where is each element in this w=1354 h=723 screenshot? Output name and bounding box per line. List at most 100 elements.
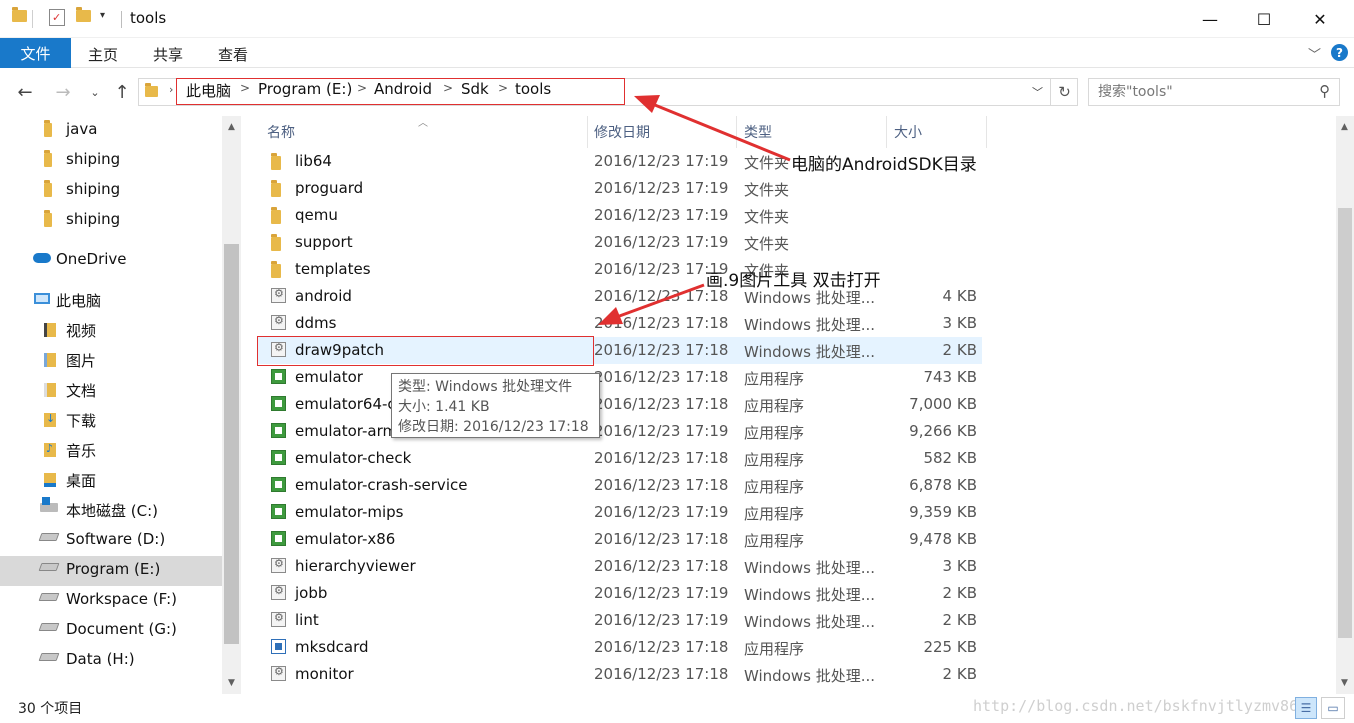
properties-icon[interactable]: ✓ <box>49 9 65 26</box>
maximize-button[interactable]: ☐ <box>1236 0 1292 38</box>
file-row[interactable]: hierarchyviewer 2016/12/23 17:18 Windows 批… <box>257 553 982 580</box>
file-row[interactable]: emulator-check 2016/12/23 17:18 应用程序 582 KB <box>257 445 982 472</box>
sidebar-item[interactable]: Program (E:) <box>0 556 222 586</box>
sidebar-item[interactable]: 视频 <box>0 316 222 346</box>
file-date: 2016/12/23 17:19 <box>594 179 729 197</box>
sidebar-item[interactable]: shiping <box>0 206 222 236</box>
scroll-up-arrow-icon[interactable]: ▲ <box>1336 118 1353 135</box>
sidebar-item[interactable]: java <box>0 116 222 146</box>
close-button[interactable]: ✕ <box>1292 0 1348 38</box>
large-icons-view-icon[interactable]: ▭ <box>1321 697 1345 719</box>
tab-share[interactable]: 共享 <box>153 44 183 65</box>
file-row[interactable]: jobb 2016/12/23 17:19 Windows 批处理... 2 KB <box>257 580 982 607</box>
file-row[interactable]: lint 2016/12/23 17:19 Windows 批处理... 2 KB <box>257 607 982 634</box>
recent-locations-icon[interactable]: ⌄ <box>84 80 106 104</box>
column-header-type[interactable]: 类型 <box>736 116 886 148</box>
column-header-date[interactable]: 修改日期 <box>586 116 736 148</box>
search-input[interactable] <box>1098 82 1298 102</box>
sidebar-item[interactable]: shiping <box>0 146 222 176</box>
sidebar-item[interactable]: 文档 <box>0 376 222 406</box>
column-divider[interactable] <box>986 116 987 148</box>
nav-scrollbar-thumb[interactable] <box>224 244 239 644</box>
sidebar-item[interactable]: shiping <box>0 176 222 206</box>
file-type: 应用程序 <box>744 505 805 523</box>
tab-file[interactable]: 文件 <box>0 38 71 68</box>
sidebar-item-label: java <box>66 120 98 138</box>
batch-file-icon <box>271 584 288 601</box>
expand-ribbon-icon[interactable]: ﹀ <box>1308 44 1321 63</box>
file-row[interactable]: qemu 2016/12/23 17:19 文件夹 <box>257 202 982 229</box>
chevron-down-icon[interactable]: ﹀ <box>1032 84 1043 100</box>
chevron-right-icon[interactable]: › <box>169 83 173 96</box>
file-date: 2016/12/23 17:19 <box>594 503 729 521</box>
customize-toolbar-icon[interactable]: ▾ <box>100 10 105 21</box>
sidebar-item[interactable]: 桌面 <box>0 466 222 496</box>
exe-icon <box>271 504 288 520</box>
sidebar-item-label: OneDrive <box>56 250 127 268</box>
sidebar-item[interactable]: OneDrive <box>0 246 222 276</box>
file-type: Windows 批处理... <box>744 586 876 604</box>
sidebar-item[interactable]: ↓ 下载 <box>0 406 222 436</box>
scroll-down-arrow-icon[interactable]: ▼ <box>1336 674 1353 691</box>
sidebar-item-label: Workspace (F:) <box>66 590 177 608</box>
up-arrow-icon[interactable]: ↑ <box>111 80 133 104</box>
sidebar-item[interactable]: 此电脑 <box>0 286 222 316</box>
file-name: jobb <box>295 584 328 602</box>
search-box[interactable]: ⚲ <box>1088 78 1340 106</box>
sidebar-item[interactable]: ♪ 音乐 <box>0 436 222 466</box>
file-row[interactable]: support 2016/12/23 17:19 文件夹 <box>257 229 982 256</box>
scroll-up-arrow-icon[interactable]: ▲ <box>223 118 240 135</box>
file-row[interactable]: mksdcard 2016/12/23 17:18 应用程序 225 KB <box>257 634 982 661</box>
file-row[interactable]: proguard 2016/12/23 17:19 文件夹 <box>257 175 982 202</box>
file-row[interactable]: emulator-arm 2016/12/23 17:19 应用程序 9,266 KB <box>257 418 982 445</box>
ribbon: 文件 主页 共享 查看 ﹀ ? <box>0 38 1354 68</box>
sidebar-item[interactable]: Document (G:) <box>0 616 222 646</box>
help-icon[interactable]: ? <box>1331 44 1348 61</box>
column-header-size[interactable]: 大小 <box>886 116 986 148</box>
file-row[interactable]: emulator-x86 2016/12/23 17:18 应用程序 9,478 KB <box>257 526 982 553</box>
forward-arrow-icon[interactable]: → <box>52 80 74 104</box>
file-type: 文件夹 <box>744 208 790 226</box>
exe-icon <box>271 396 288 412</box>
file-row[interactable]: emulator-crash-service 2016/12/23 17:18 应用… <box>257 472 982 499</box>
sidebar-item[interactable]: Workspace (F:) <box>0 586 222 616</box>
refresh-icon[interactable]: ↻ <box>1050 78 1078 106</box>
file-size: 6,878 KB <box>909 476 977 494</box>
search-icon[interactable]: ⚲ <box>1319 82 1330 100</box>
divider <box>32 10 33 28</box>
back-arrow-icon[interactable]: ← <box>14 80 36 104</box>
column-header-name[interactable]: 名称 <box>259 116 587 148</box>
minimize-button[interactable]: — <box>1182 0 1238 38</box>
new-folder-icon[interactable] <box>76 7 91 22</box>
file-row[interactable]: emulator64-c 2016/12/23 17:18 应用程序 7,000 KB <box>257 391 982 418</box>
file-row[interactable]: ddms 2016/12/23 17:18 Windows 批处理... 3 KB <box>257 310 982 337</box>
tab-home[interactable]: 主页 <box>88 44 118 65</box>
file-name: monitor <box>295 665 354 683</box>
file-name: ddms <box>295 314 337 332</box>
file-row[interactable]: monitor 2016/12/23 17:18 Windows 批处理... 2 K… <box>257 661 982 688</box>
download-icon: ↓ <box>44 412 56 427</box>
file-date: 2016/12/23 17:18 <box>594 368 729 386</box>
sidebar-item[interactable]: 图片 <box>0 346 222 376</box>
folder-icon <box>271 234 288 251</box>
sidebar-item[interactable]: 本地磁盘 (C:) <box>0 496 222 526</box>
scroll-down-arrow-icon[interactable]: ▼ <box>223 674 240 691</box>
sidebar-item[interactable]: Software (D:) <box>0 526 222 556</box>
file-row[interactable]: emulator-mips 2016/12/23 17:19 应用程序 9,359 K… <box>257 499 982 526</box>
file-name: templates <box>295 260 371 278</box>
file-list-scrollbar[interactable]: ▲ ▼ <box>1336 116 1354 694</box>
tooltip-type: 类型: Windows 批处理文件 <box>398 379 573 395</box>
sidebar-item-label: 图片 <box>66 352 97 370</box>
file-row[interactable]: emulator 2016/12/23 17:18 应用程序 743 KB <box>257 364 982 391</box>
file-tooltip: 类型: Windows 批处理文件 大小: 1.41 KB 修改日期: 2016… <box>391 373 600 438</box>
folder-icon <box>44 180 52 197</box>
sidebar-item[interactable]: Data (H:) <box>0 646 222 676</box>
tab-view[interactable]: 查看 <box>218 44 248 65</box>
file-date: 2016/12/23 17:18 <box>594 476 729 494</box>
file-name: lib64 <box>295 152 332 170</box>
details-view-icon[interactable]: ☰ <box>1295 697 1317 719</box>
exe-icon <box>271 477 288 493</box>
exe-icon <box>271 450 288 466</box>
nav-scrollbar[interactable]: ▲ ▼ <box>222 116 241 694</box>
file-list-scrollbar-thumb[interactable] <box>1338 208 1352 638</box>
